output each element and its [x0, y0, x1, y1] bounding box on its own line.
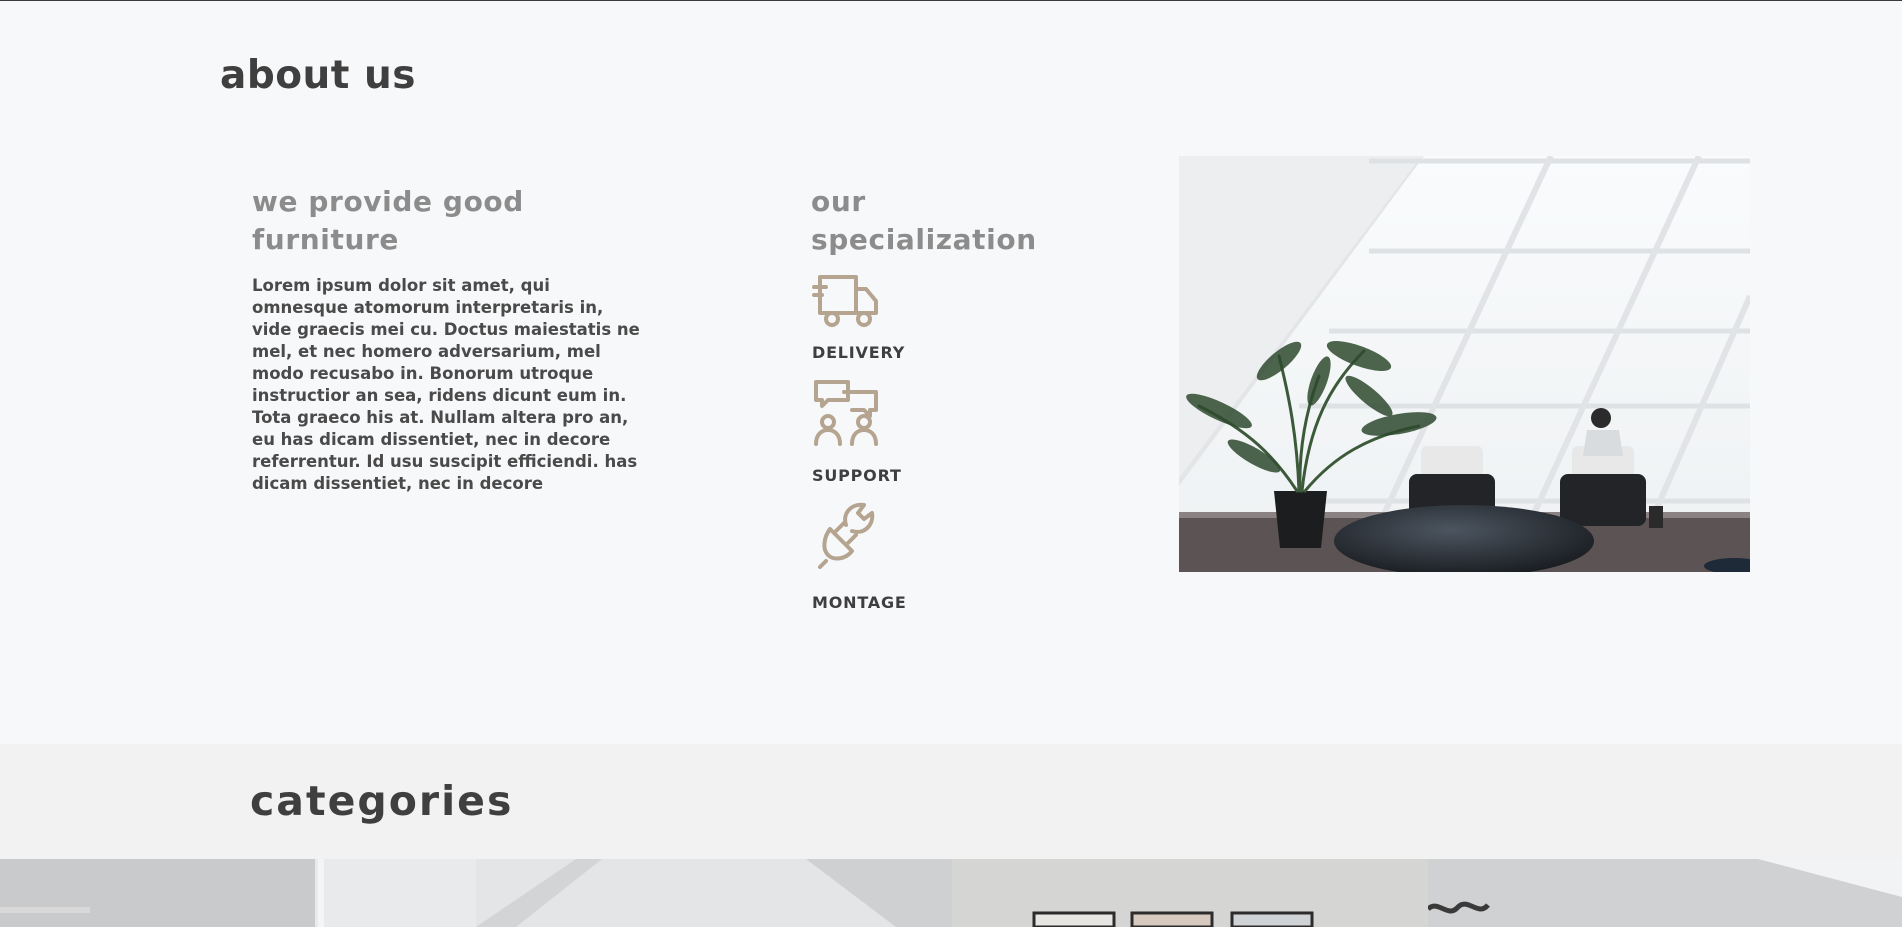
page: about us we provide good furniture Lorem…: [0, 0, 1902, 927]
categories-title: categories: [250, 777, 514, 825]
specialization-heading: our specialization: [811, 185, 1037, 256]
interior-photo: [1179, 156, 1750, 572]
plug-wrench-icon: [818, 502, 875, 569]
support-people-chat-icon: [814, 380, 878, 446]
category-tile[interactable]: [1428, 859, 1902, 927]
spec-label-montage: MONTAGE: [812, 593, 907, 612]
delivery-truck-icon: [812, 275, 878, 327]
spec-label-support: SUPPORT: [812, 466, 902, 485]
category-tile[interactable]: [952, 859, 1428, 927]
about-section: about us we provide good furniture Lorem…: [0, 1, 1902, 744]
category-tile[interactable]: [0, 859, 476, 927]
spec-label-delivery: DELIVERY: [812, 343, 906, 362]
about-body-text: Lorem ipsum dolor sit amet, qui omnesque…: [252, 276, 640, 493]
category-tiles: [0, 859, 1902, 927]
category-tile[interactable]: [476, 859, 952, 927]
furniture-heading: we provide good furniture: [252, 185, 524, 256]
about-title: about us: [220, 53, 416, 98]
